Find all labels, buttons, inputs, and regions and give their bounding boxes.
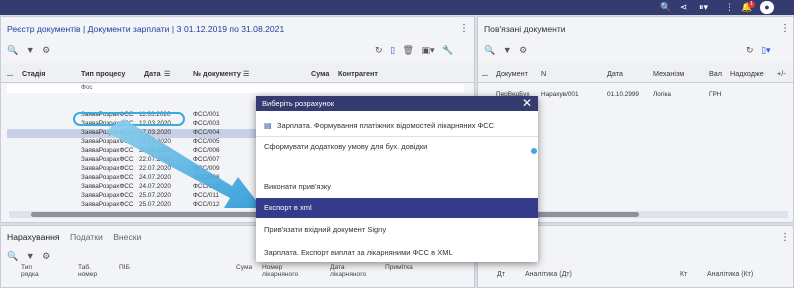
- close-icon[interactable]: ✕: [522, 96, 532, 111]
- menu-item-payroll-sheets[interactable]: ▤ Зарплата. Формування платіжних відомост…: [256, 116, 538, 136]
- stack-icon: ▤: [264, 121, 272, 130]
- dialog-header: Виберіть розрахунок ✕: [256, 96, 538, 111]
- dialog-title: Виберіть розрахунок: [262, 99, 334, 108]
- menu-item-bind-signy[interactable]: Прив'язати вхідний документ Signy: [256, 220, 538, 240]
- scroll-indicator: [531, 148, 537, 154]
- menu-item-additional-condition[interactable]: Сформувати додаткову умову для бух. дові…: [256, 137, 538, 157]
- choose-calculation-dialog: Виберіть розрахунок ✕ ▤ Зарплата. Формува…: [256, 96, 538, 262]
- menu-item-binding[interactable]: Виконати прив'язку: [256, 177, 538, 197]
- menu-item-export-sick-pay-xml[interactable]: Зарплата. Експорт виплат за лікарняними …: [256, 243, 538, 263]
- menu-item-export-xml[interactable]: Експорт в xml: [256, 198, 538, 218]
